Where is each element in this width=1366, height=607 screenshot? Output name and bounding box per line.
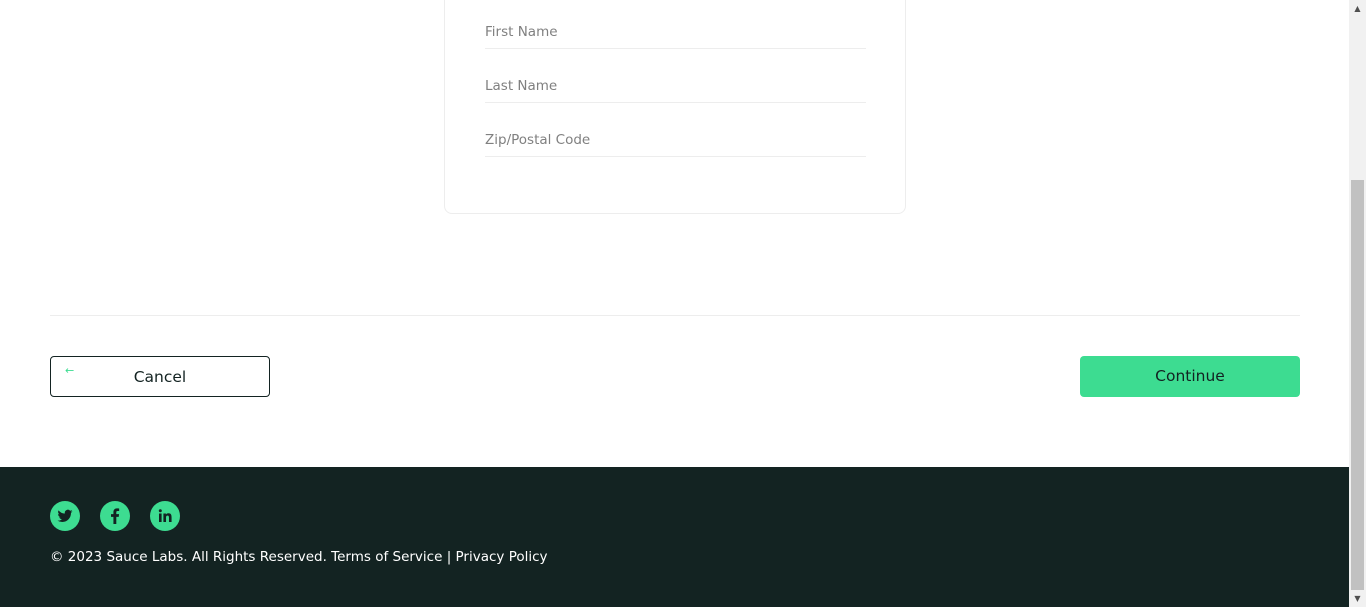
linkedin-link[interactable] — [150, 501, 180, 531]
facebook-link[interactable] — [100, 501, 130, 531]
postal-code-field-wrapper — [485, 123, 866, 157]
actions-divider — [50, 315, 1300, 316]
first-name-field-wrapper — [485, 15, 866, 49]
footer: © 2023 Sauce Labs. All Rights Reserved. … — [0, 467, 1349, 607]
checkout-info-form — [444, 0, 906, 214]
twitter-icon — [57, 509, 73, 522]
linkedin-icon — [158, 509, 172, 522]
facebook-icon — [111, 508, 120, 524]
twitter-link[interactable] — [50, 501, 80, 531]
cancel-button-label: Cancel — [133, 368, 187, 386]
continue-button-label: Continue — [1155, 367, 1225, 385]
postal-code-input[interactable] — [485, 123, 866, 156]
continue-button[interactable]: Continue — [1080, 356, 1300, 397]
scroll-down-arrow-icon[interactable]: ▼ — [1349, 590, 1366, 607]
first-name-input[interactable] — [485, 15, 866, 48]
vertical-scrollbar[interactable]: ▲ ▼ — [1349, 0, 1366, 607]
last-name-input[interactable] — [485, 69, 866, 102]
scrollbar-thumb[interactable] — [1351, 180, 1364, 590]
last-name-field-wrapper — [485, 69, 866, 103]
page-viewport: ← Cancel Continue © 2023 Sauce Labs. All… — [0, 0, 1349, 607]
cancel-button[interactable]: ← Cancel — [50, 356, 270, 397]
copyright-text: © 2023 Sauce Labs. All Rights Reserved. … — [50, 549, 548, 565]
scroll-up-arrow-icon[interactable]: ▲ — [1349, 0, 1366, 17]
